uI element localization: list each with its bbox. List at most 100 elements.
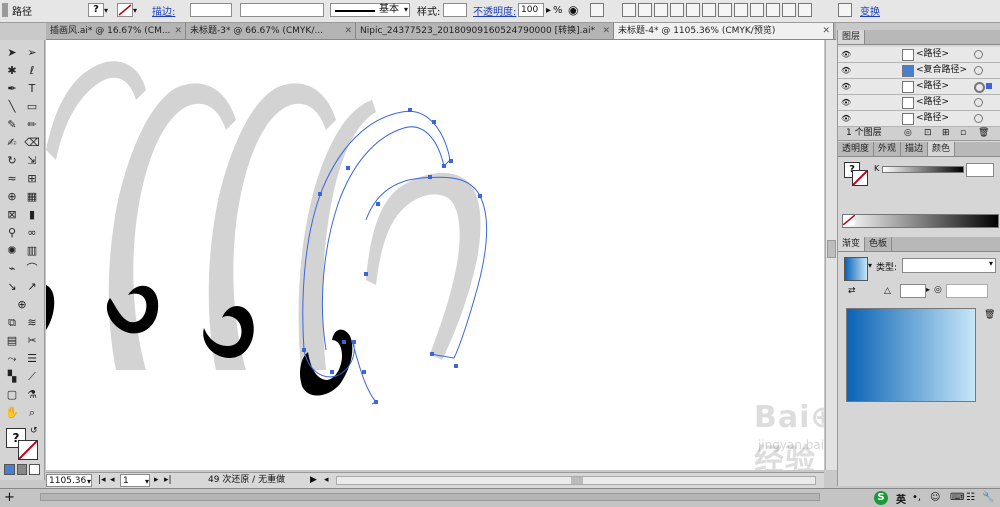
tab-transparency[interactable]: 透明度 <box>838 142 875 156</box>
distribute-left-icon[interactable] <box>766 3 780 17</box>
width-tool-icon[interactable]: ≋ <box>24 316 40 330</box>
fill-swatch-button[interactable]: ? ▾ <box>88 2 114 18</box>
stroke-color-box[interactable] <box>18 440 38 460</box>
selection-tool-icon[interactable]: ➤ <box>4 46 20 60</box>
page-field[interactable]: 1 ▾ <box>120 474 150 487</box>
status-menu-icon[interactable]: ▶ <box>310 474 317 487</box>
k-slider[interactable] <box>882 166 964 173</box>
pen-tool-icon[interactable]: ✒ <box>4 82 20 96</box>
angle-dropdown-icon[interactable]: ▸ <box>926 285 930 294</box>
distribute-right-icon[interactable] <box>798 3 812 17</box>
eye-icon[interactable]: 👁 <box>841 82 851 91</box>
eye-icon[interactable]: 👁 <box>841 66 851 75</box>
color-spectrum-bar[interactable] <box>842 214 999 228</box>
type-tool-icon[interactable]: T <box>24 82 40 96</box>
eyedropper-tool-icon[interactable]: ⚲ <box>4 226 20 240</box>
tab-doc-4[interactable]: 未标题-4* @ 1105.36% (CMYK/预览) ✕ <box>614 23 834 39</box>
direct-selection-tool-icon[interactable]: ➢ <box>24 46 40 60</box>
pen-anchor-tool-icon[interactable]: ⌁ <box>4 262 20 276</box>
anchor-point-tool-icon[interactable]: ↘ <box>4 280 20 294</box>
hscroll-left-icon[interactable]: ◂ <box>324 474 329 487</box>
distribute-top-icon[interactable] <box>718 3 732 17</box>
delete-layer-icon[interactable]: 🗑 <box>978 127 989 140</box>
free-transform-tool-icon[interactable]: ⊞ <box>24 172 40 186</box>
tab-doc-3[interactable]: Nipic_24377523_20180909160524790000 [转换]… <box>356 23 614 39</box>
ime-logo-icon[interactable]: S <box>874 491 888 505</box>
close-icon[interactable]: ✕ <box>344 23 352 39</box>
align-bottom-icon[interactable] <box>702 3 716 17</box>
transform-link[interactable]: 变换 <box>860 3 880 18</box>
angle-field[interactable] <box>900 284 926 298</box>
gradient-mode-icon[interactable] <box>16 464 28 475</box>
gradient-type-select[interactable]: ▾ <box>902 258 996 273</box>
eye-icon[interactable]: 👁 <box>841 50 851 59</box>
symbol-sprayer-tool-icon[interactable]: ✺ <box>4 244 20 258</box>
layer-row[interactable]: 👁 <路径> <box>838 95 1000 111</box>
aspect-ratio-field[interactable] <box>946 284 988 298</box>
distribute-vcenter-icon[interactable] <box>734 3 748 17</box>
tab-doc-1[interactable]: 插画风.ai* @ 16.67% (CM... ✕ <box>46 23 186 39</box>
swap-fill-stroke-icon[interactable]: ↺ <box>30 426 38 436</box>
keyboard-icon[interactable]: ⌨ <box>950 492 964 503</box>
curvature-tool-icon[interactable]: ⌒ <box>24 262 40 276</box>
target-icon[interactable] <box>974 66 983 75</box>
locate-object-icon[interactable]: ◎ <box>904 127 912 140</box>
k-value-field[interactable] <box>966 163 994 177</box>
shape-builder-tool-icon[interactable]: ⊕ <box>4 190 20 204</box>
gradient-slider-preview[interactable] <box>846 308 976 402</box>
scissors-tool-icon[interactable]: ✂ <box>24 334 40 348</box>
hand-rotate-tool-icon[interactable]: ⤳ <box>4 352 20 366</box>
distribute-bottom-icon[interactable] <box>750 3 764 17</box>
none-swatch-icon[interactable] <box>843 215 855 225</box>
tab-swatches[interactable]: 色板 <box>865 237 893 251</box>
stroke-weight-link[interactable]: 描边: <box>152 2 175 18</box>
rectangle-tool-icon[interactable]: ▭ <box>24 100 40 114</box>
gradient-preview-swatch[interactable] <box>844 257 868 281</box>
delete-stop-icon[interactable]: 🗑 <box>984 310 995 320</box>
opacity-field[interactable]: 100 ▸ % <box>518 2 563 18</box>
horizontal-scrollbar[interactable] <box>336 476 816 485</box>
tab-stroke[interactable]: 描边 <box>901 142 929 156</box>
magic-wand-tool-icon[interactable]: ✱ <box>4 64 20 78</box>
tab-color[interactable]: 颜色 <box>928 142 956 156</box>
gradient-dropdown-icon[interactable]: ▾ <box>868 261 872 270</box>
ime-language[interactable]: 英 <box>896 491 906 506</box>
eye-icon[interactable]: 👁 <box>841 114 851 123</box>
target-icon[interactable] <box>974 98 983 107</box>
path-tool-icon[interactable]: ↗ <box>24 280 40 294</box>
live-paint-tool-icon[interactable]: ▚ <box>4 370 20 384</box>
add-icon[interactable]: + <box>4 490 15 505</box>
align-hcenter-icon[interactable] <box>638 3 652 17</box>
warp-tool-icon[interactable]: ≈ <box>4 172 20 186</box>
column-graph-tool-icon[interactable]: ▥ <box>24 244 40 258</box>
hscroll-thumb[interactable] <box>571 477 583 484</box>
brush-definition-select[interactable]: 基本 ▾ <box>330 2 410 18</box>
knife-tool-icon[interactable]: ⟋ <box>24 370 40 384</box>
graphic-style-select[interactable] <box>443 2 467 18</box>
align-right-icon[interactable] <box>654 3 668 17</box>
perspective-grid-tool-icon[interactable]: ▦ <box>24 190 40 204</box>
new-layer-icon[interactable]: ▫ <box>960 127 966 140</box>
opacity-value[interactable]: 100 <box>518 3 544 17</box>
close-icon[interactable]: ✕ <box>174 23 182 39</box>
pencil-tool-icon[interactable]: ✏ <box>24 118 40 132</box>
stroke-link-label[interactable]: 描边: <box>152 3 175 18</box>
stroke-swatch-button[interactable]: ▾ <box>117 2 143 18</box>
recolor-artwork-icon[interactable]: ◉ <box>568 2 578 18</box>
tab-gradient[interactable]: 渐变 <box>838 237 866 251</box>
target-icon[interactable] <box>974 50 983 59</box>
blob-brush-tool-icon[interactable]: ✍ <box>4 136 20 150</box>
globe-tool-icon[interactable]: ⊕ <box>14 298 30 312</box>
new-sublayer-icon[interactable]: ⊞ <box>942 127 950 140</box>
page-nav-last-icon[interactable]: ▸| <box>164 474 172 487</box>
gradient-tool-icon[interactable]: ▮ <box>24 208 40 222</box>
layer-row[interactable]: 👁 <路径> <box>838 79 1000 95</box>
zoom-field[interactable]: 1105.36 ▾ <box>46 474 92 487</box>
tab-layers[interactable]: 图层 <box>838 30 866 44</box>
vertical-scrollbar[interactable] <box>825 40 837 470</box>
align-to-icon[interactable] <box>590 2 606 18</box>
tools-icon[interactable]: 🔧 <box>982 492 994 503</box>
scale-tool-icon[interactable]: ⇲ <box>24 154 40 168</box>
align-top-icon[interactable] <box>670 3 684 17</box>
color-mode-icon[interactable] <box>4 464 15 475</box>
